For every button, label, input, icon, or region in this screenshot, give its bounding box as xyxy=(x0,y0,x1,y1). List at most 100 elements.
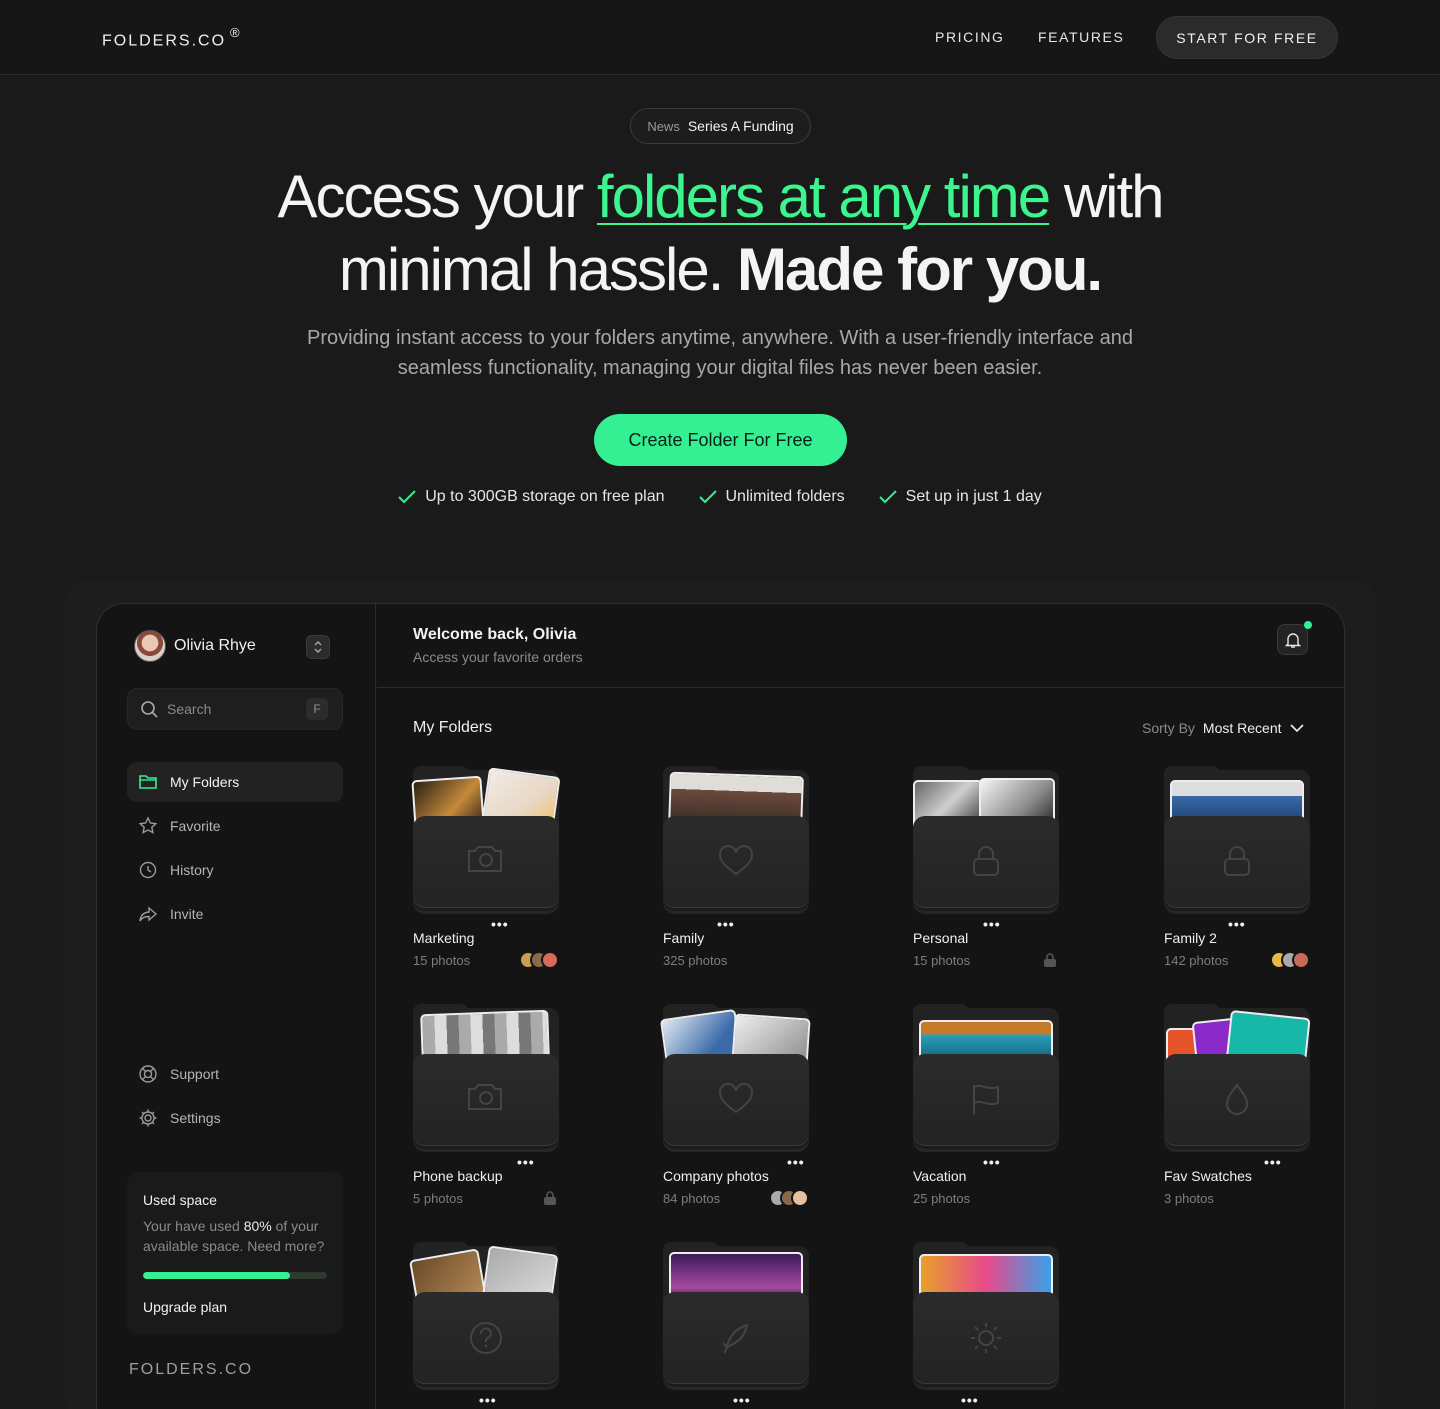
chevron-down-icon xyxy=(1289,724,1304,733)
history-icon xyxy=(139,861,157,879)
create-folder-button[interactable]: Create Folder For Free xyxy=(594,414,847,466)
folder-card[interactable]: ••• xyxy=(663,1242,809,1409)
usage-title: Used space xyxy=(143,1192,217,1208)
folder-pocket xyxy=(413,1054,559,1146)
folder-card[interactable]: ••• Vacation 25 photos xyxy=(913,1004,1059,1218)
folder-pocket xyxy=(413,1292,559,1384)
folder-count: 142 photos xyxy=(1164,953,1229,968)
usage-progress-fill xyxy=(143,1272,291,1279)
avatar xyxy=(134,630,166,662)
sidebar-item-favorite[interactable]: Favorite xyxy=(127,806,343,846)
folder-menu-button[interactable]: ••• xyxy=(787,1154,805,1170)
sidebar-item-my-folders[interactable]: My Folders xyxy=(127,762,343,802)
sidebar-item-settings[interactable]: Settings xyxy=(127,1098,343,1138)
rocket-icon xyxy=(722,1323,749,1354)
question-icon xyxy=(470,1322,502,1354)
user-name: Olivia Rhye xyxy=(174,637,256,654)
folder-count: 15 photos xyxy=(913,953,971,968)
lock-icon xyxy=(1224,846,1250,876)
bell-icon xyxy=(1284,632,1301,648)
sidebar-item-invite[interactable]: Invite xyxy=(127,894,343,934)
lock-icon xyxy=(1044,953,1056,967)
news-text: Series A Funding xyxy=(687,118,794,134)
upgrade-plan-link[interactable]: Upgrade plan xyxy=(143,1299,327,1315)
folder-card[interactable]: ••• Family 2 142 photos xyxy=(1164,766,1310,980)
folder-collaborators xyxy=(769,1189,809,1207)
folder-icon xyxy=(139,775,157,789)
drop-icon xyxy=(1225,1083,1249,1115)
folder-name: Marketing xyxy=(413,930,475,946)
folder-menu-button[interactable]: ••• xyxy=(491,916,509,932)
sort-dropdown[interactable]: Sorty By Most Recent xyxy=(1142,720,1304,736)
avatar xyxy=(791,1189,809,1207)
start-for-free-button[interactable]: START FOR FREE xyxy=(1156,16,1338,59)
notification-dot xyxy=(1304,621,1312,629)
lock-icon xyxy=(973,846,999,876)
sidebar: Olivia Rhye F My Folders Favorite Histor… xyxy=(97,604,376,1409)
logo[interactable]: FOLDERS.CO ® xyxy=(102,25,242,50)
account-switch-button[interactable] xyxy=(306,635,330,659)
star-icon xyxy=(138,816,158,834)
sidebar-item-support[interactable]: Support xyxy=(127,1054,343,1094)
notifications-button[interactable] xyxy=(1277,621,1312,655)
chevron-up-down-icon xyxy=(314,641,322,653)
usage-progress-bar xyxy=(143,1272,327,1279)
folder-name: Family 2 xyxy=(1164,930,1217,946)
folder-pocket xyxy=(913,816,1059,908)
folder-collaborators xyxy=(519,951,559,969)
search-icon xyxy=(141,701,158,718)
folder-menu-button[interactable]: ••• xyxy=(983,1154,1001,1170)
support-icon xyxy=(139,1065,157,1083)
user-profile[interactable]: Olivia Rhye xyxy=(134,630,256,662)
folder-menu-button[interactable]: ••• xyxy=(983,916,1001,932)
lock-icon xyxy=(544,1191,556,1205)
folder-menu-button[interactable]: ••• xyxy=(733,1392,751,1408)
folder-card[interactable]: ••• Marketing 15 photos xyxy=(411,766,561,980)
folder-card[interactable]: ••• Phone backup 5 photos xyxy=(413,1004,559,1218)
top-navbar: FOLDERS.CO ® PRICING FEATURES START FOR F… xyxy=(0,0,1440,75)
folder-pocket xyxy=(1164,816,1310,908)
sun-icon xyxy=(971,1323,1001,1353)
folder-menu-button[interactable]: ••• xyxy=(1264,1154,1282,1170)
folder-name: Vacation xyxy=(913,1168,967,1184)
usage-text: Your have used 80% of your available spa… xyxy=(143,1218,325,1254)
flag-icon xyxy=(973,1084,999,1115)
nav-link-pricing[interactable]: PRICING xyxy=(935,29,1005,45)
folder-card[interactable]: ••• Fav Swatches 3 photos xyxy=(1164,1004,1311,1218)
section-title: My Folders xyxy=(413,719,493,736)
folder-pocket xyxy=(663,1292,809,1384)
folder-card[interactable]: ••• Family 325 photos xyxy=(663,766,809,980)
folder-card[interactable]: ••• xyxy=(913,1242,1059,1409)
folder-menu-button[interactable]: ••• xyxy=(961,1392,979,1408)
folder-menu-button[interactable]: ••• xyxy=(1228,916,1246,932)
folder-name: Phone backup xyxy=(413,1168,503,1184)
feature-check: Set up in just 1 day xyxy=(878,488,1042,506)
sidebar-item-history[interactable]: History xyxy=(127,850,343,890)
search-shortcut-key: F xyxy=(306,698,328,720)
search-input[interactable] xyxy=(167,701,297,717)
folder-pocket xyxy=(663,816,809,908)
nav-link-features[interactable]: FEATURES xyxy=(1038,29,1124,45)
folder-pocket xyxy=(1164,1054,1310,1146)
storage-usage-card: Used space Your have used 80% of your av… xyxy=(127,1172,343,1334)
feature-check: Up to 300GB storage on free plan xyxy=(398,488,665,506)
folder-name: Personal xyxy=(913,930,969,946)
folder-menu-button[interactable]: ••• xyxy=(517,1154,535,1170)
folder-card[interactable]: ••• xyxy=(409,1242,559,1409)
news-pill[interactable]: News Series A Funding xyxy=(630,108,811,144)
search-box[interactable]: F xyxy=(127,688,343,730)
folder-count: 84 photos xyxy=(663,1191,721,1206)
folder-count: 25 photos xyxy=(913,1191,971,1206)
feature-checks: Up to 300GB storage on free plan Unlimit… xyxy=(0,488,1440,506)
headline-highlight: folders at any time xyxy=(596,163,1051,230)
folder-menu-button[interactable]: ••• xyxy=(479,1392,497,1408)
folder-name: Fav Swatches xyxy=(1164,1168,1252,1184)
avatar xyxy=(1292,951,1310,969)
folder-menu-button[interactable]: ••• xyxy=(717,916,735,932)
folder-card[interactable]: ••• Personal 15 photos xyxy=(913,766,1059,980)
camera-icon xyxy=(468,1084,502,1110)
folder-pocket xyxy=(913,1292,1059,1384)
hero-headline: Access your folders at any time with min… xyxy=(277,163,1164,303)
folder-card[interactable]: ••• Company photos 84 photos xyxy=(659,1004,811,1218)
welcome-title: Welcome back, Olivia xyxy=(413,626,577,643)
